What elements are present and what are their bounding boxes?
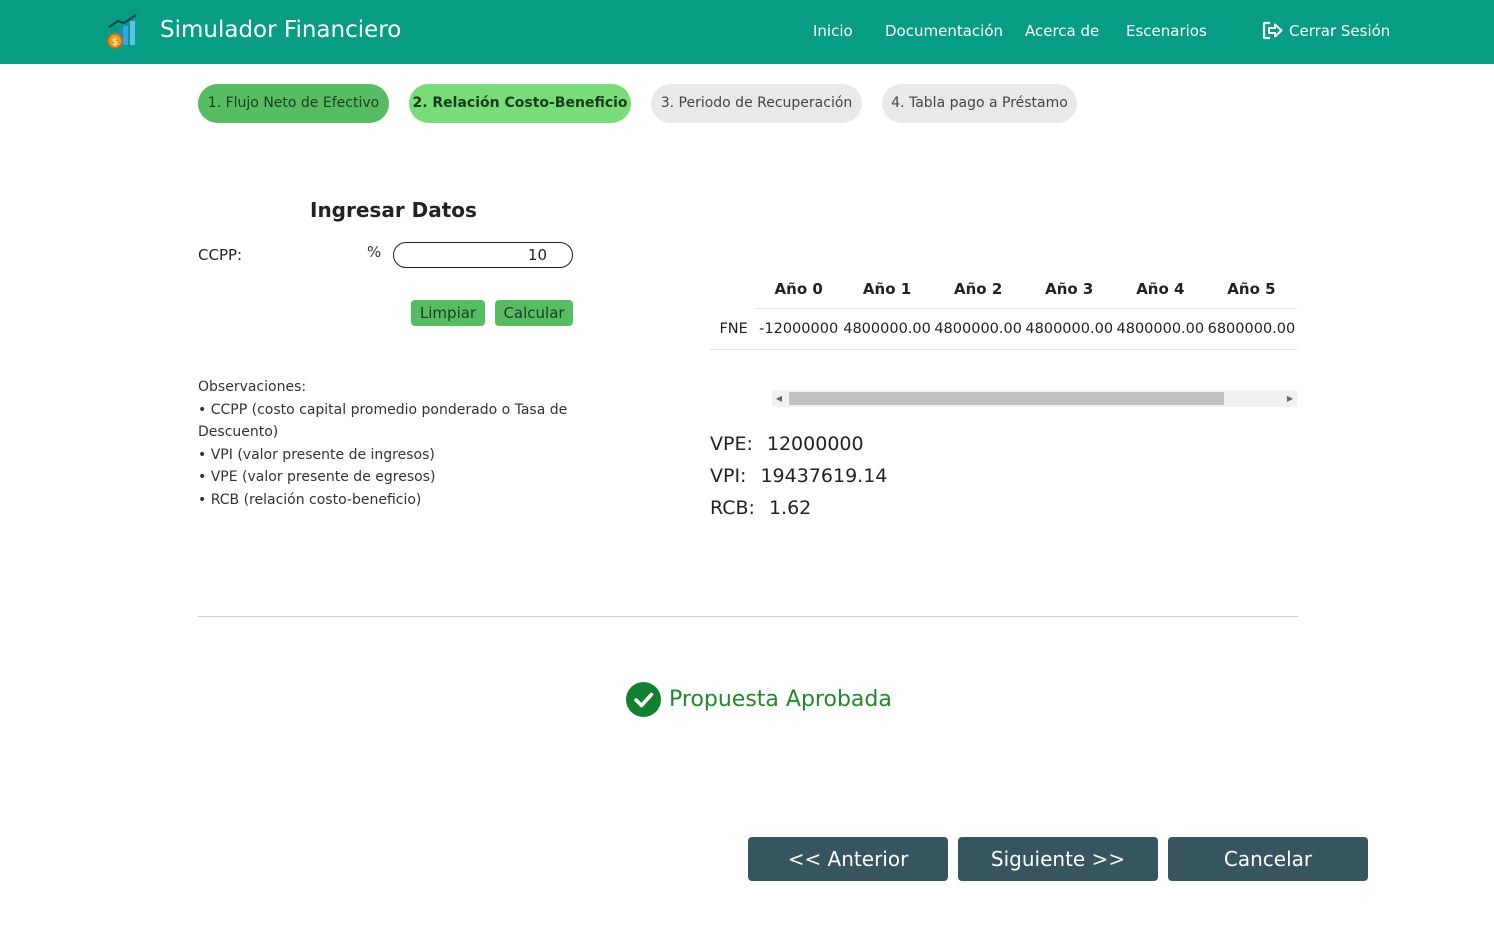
vpe-label: VPE: (710, 433, 753, 455)
vpi-label: VPI: (710, 465, 747, 487)
rcb-value: 1.62 (768, 497, 812, 519)
percent-unit: % (367, 243, 382, 261)
table-header-cell: Año 3 (1023, 270, 1115, 309)
nav-documentacion[interactable]: Documentación (885, 22, 1003, 40)
calculate-button[interactable]: Calcular (495, 300, 573, 326)
brand-title[interactable]: Simulador Financiero (160, 17, 401, 43)
next-button[interactable]: Siguiente >> (958, 837, 1158, 881)
rcb-result: RCB: 1.62 (710, 497, 811, 519)
table-header-cell: Año 4 (1114, 270, 1206, 309)
clear-button[interactable]: Limpiar (411, 300, 485, 326)
svg-text:$: $ (112, 37, 118, 48)
nav-acerca-de[interactable]: Acerca de (1025, 22, 1099, 40)
nav-escenarios[interactable]: Escenarios (1126, 22, 1207, 40)
logout-label: Cerrar Sesión (1289, 22, 1391, 40)
observations: Observaciones: CCPP (costo capital prome… (198, 376, 578, 511)
check-circle-icon (626, 682, 661, 717)
table-header-cell: Año 2 (932, 270, 1024, 309)
vpe-value: 12000000 (766, 433, 864, 455)
table-row: FNE -12000000 4800000.00 4800000.00 4800… (710, 308, 1297, 350)
ccpp-input[interactable] (393, 242, 573, 268)
scroll-right-icon[interactable]: ▶ (1283, 390, 1297, 407)
approval-status: Propuesta Aprobada (626, 682, 892, 717)
vpi-result: VPI: 19437619.14 (710, 465, 887, 487)
form-title: Ingresar Datos (310, 198, 477, 222)
table-header-corner (710, 270, 756, 309)
table-cell: 4800000.00 (841, 308, 933, 350)
observation-item: RCB (relación costo-beneficio) (198, 489, 578, 512)
rcb-label: RCB: (710, 497, 755, 519)
status-text: Propuesta Aprobada (669, 687, 892, 712)
table-cell: -12000000 (755, 308, 842, 350)
fne-table-container[interactable]: Año 0 Año 1 Año 2 Año 3 Año 4 Año 5 FNE … (710, 270, 1297, 350)
step-flujo-neto[interactable]: 1. Flujo Neto de Efectivo (198, 84, 389, 123)
observation-item: VPE (valor presente de egresos) (198, 466, 578, 489)
scrollbar-thumb[interactable] (789, 392, 1224, 405)
previous-button[interactable]: << Anterior (748, 837, 948, 881)
table-cell: 4800000.00 (1114, 308, 1206, 350)
sign-out-icon (1262, 21, 1283, 40)
fne-table: Año 0 Año 1 Año 2 Año 3 Año 4 Año 5 FNE … (710, 270, 1297, 350)
observation-item: CCPP (costo capital promedio ponderado o… (198, 399, 578, 444)
table-horizontal-scrollbar[interactable]: ◀ ▶ (772, 390, 1297, 407)
financial-chart-coin-icon[interactable]: $ (106, 13, 144, 49)
vpe-result: VPE: 12000000 (710, 433, 864, 455)
vpi-value: 19437619.14 (760, 465, 888, 487)
cancel-button[interactable]: Cancelar (1168, 837, 1368, 881)
section-divider (198, 616, 1298, 617)
observation-item: VPI (valor presente de ingresos) (198, 444, 578, 467)
step-tabla-prestamo[interactable]: 4. Tabla pago a Préstamo (882, 84, 1077, 123)
scroll-left-icon[interactable]: ◀ (772, 390, 786, 407)
ccpp-label: CCPP: (198, 246, 243, 264)
table-header-row: Año 0 Año 1 Año 2 Año 3 Año 4 Año 5 (710, 270, 1297, 309)
top-navbar: $ Simulador Financiero Inicio Documentac… (0, 0, 1494, 64)
table-row-label: FNE (710, 308, 756, 350)
table-header-cell: Año 0 (755, 270, 842, 309)
table-cell: 4800000.00 (932, 308, 1024, 350)
observations-title: Observaciones: (198, 379, 307, 395)
logout-link[interactable]: Cerrar Sesión (1262, 21, 1390, 40)
table-header-cell: Año 5 (1205, 270, 1297, 309)
nav-inicio[interactable]: Inicio (813, 22, 853, 40)
table-cell: 4800000.00 (1023, 308, 1115, 350)
step-costo-beneficio[interactable]: 2. Relación Costo-Beneficio (409, 84, 631, 123)
table-cell: 6800000.00 (1205, 308, 1297, 350)
table-header-cell: Año 1 (841, 270, 933, 309)
step-periodo-recuperacion[interactable]: 3. Periodo de Recuperación (651, 84, 862, 123)
